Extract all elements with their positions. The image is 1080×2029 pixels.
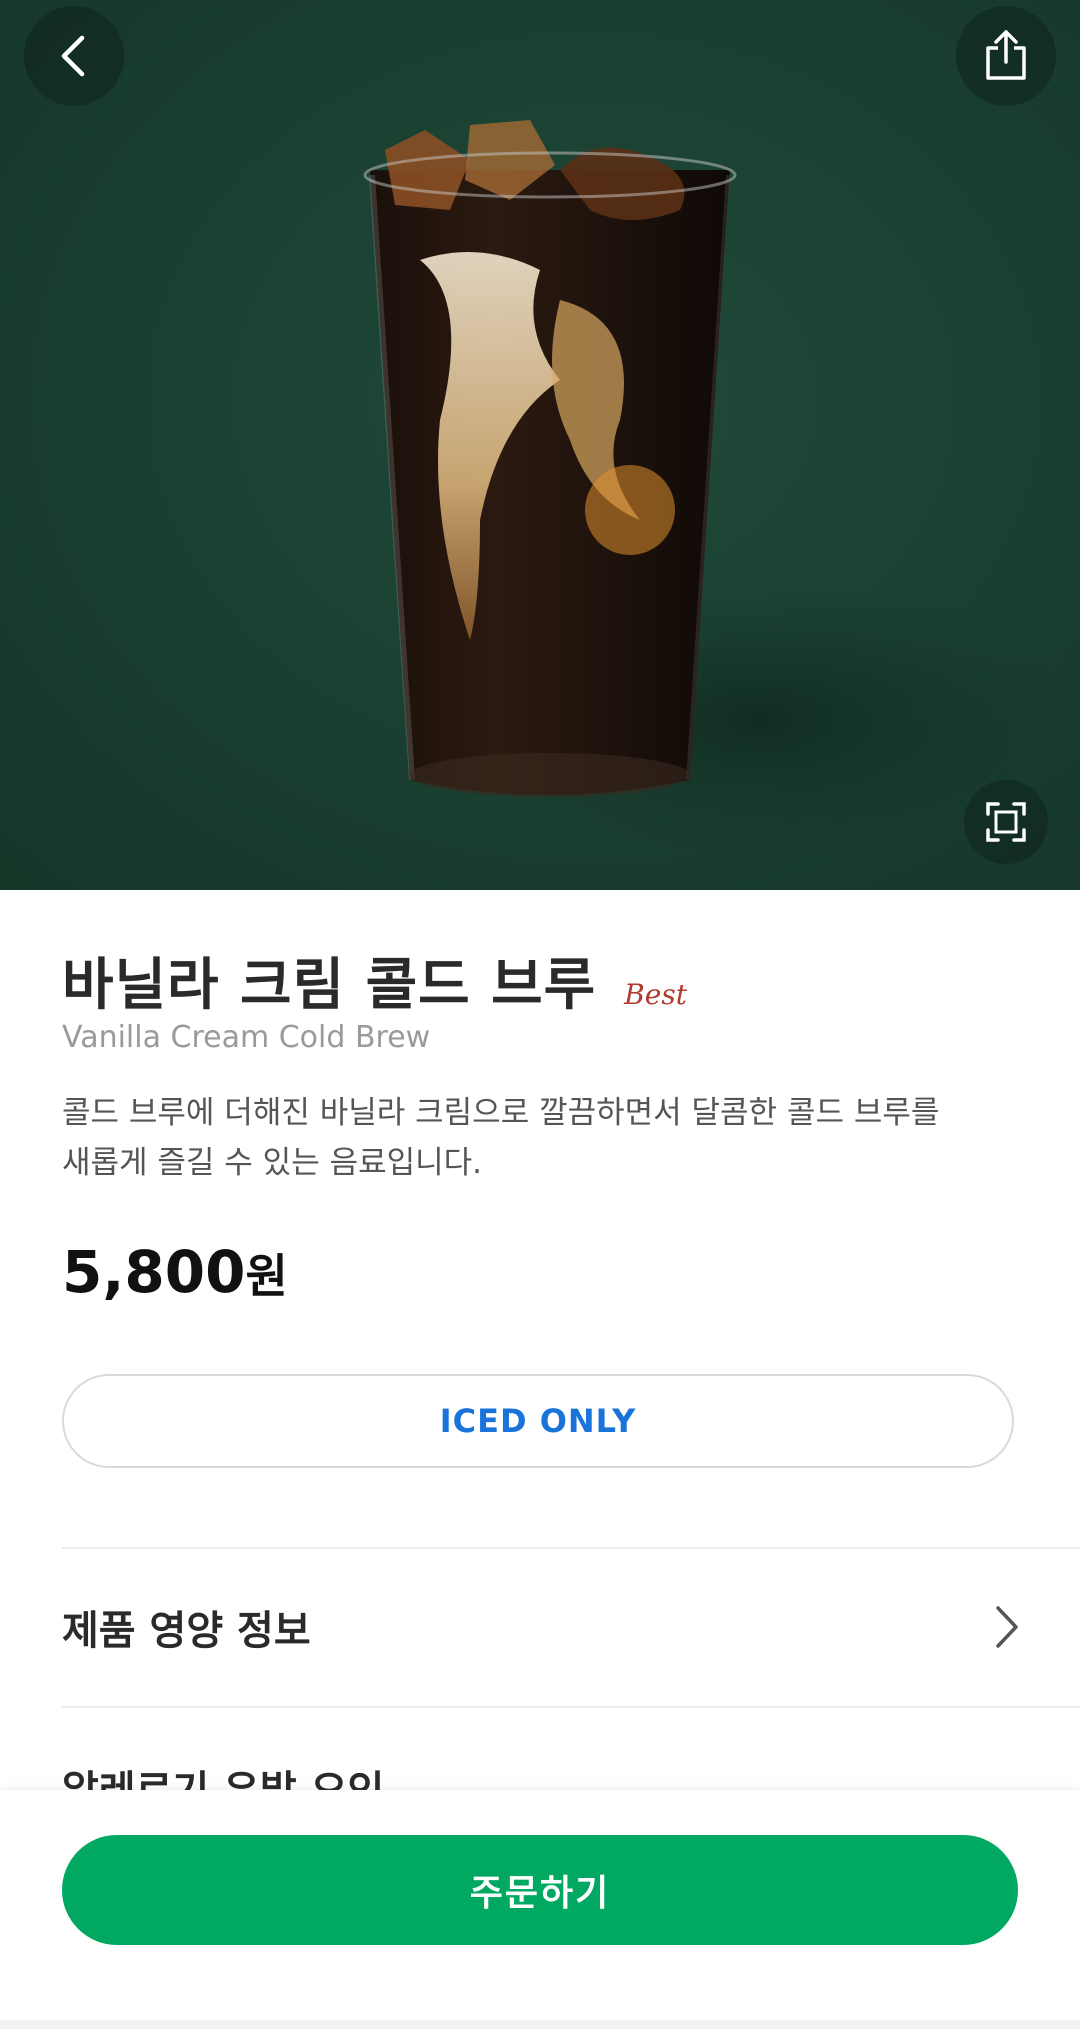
fullscreen-button[interactable] xyxy=(964,780,1048,864)
nutrition-info-label: 제품 영양 정보 xyxy=(62,1608,311,1654)
temperature-option: ICED ONLY xyxy=(62,1374,1014,1468)
description-line: 콜드 브루에 더해진 바닐라 크림으로 깔끔하면서 달콤한 콜드 브루를 xyxy=(62,1095,940,1131)
cold-brew-illustration xyxy=(363,120,1080,860)
price-amount: 5,800 xyxy=(62,1238,246,1306)
best-badge: Best xyxy=(624,978,687,1011)
description-line: 새롭게 즐길 수 있는 음료입니다. xyxy=(62,1145,483,1181)
back-button[interactable] xyxy=(24,6,124,106)
chevron-right-icon xyxy=(996,1606,1018,1648)
product-english-name: Vanilla Cream Cold Brew xyxy=(62,1020,431,1055)
order-button[interactable]: 주문하기 xyxy=(62,1835,1018,1945)
product-title-row: 바닐라 크림 콜드 브루 Best xyxy=(62,940,687,1021)
divider xyxy=(62,1706,1080,1708)
fullscreen-icon xyxy=(986,802,1026,842)
bottom-action-bar: 주문하기 xyxy=(0,1790,1080,2020)
chevron-left-icon xyxy=(61,35,85,77)
share-icon xyxy=(986,30,1026,80)
product-name: 바닐라 크림 콜드 브루 xyxy=(62,953,597,1018)
nutrition-info-row[interactable]: 제품 영양 정보 xyxy=(62,1594,1022,1660)
product-image xyxy=(0,0,1080,890)
divider xyxy=(62,1547,1080,1549)
price-unit: 원 xyxy=(245,1249,288,1303)
product-description: 콜드 브루에 더해진 바닐라 크림으로 깔끔하면서 달콤한 콜드 브루를 새롭게… xyxy=(62,1088,1022,1188)
share-button[interactable] xyxy=(956,6,1056,106)
home-indicator-bar xyxy=(0,2020,1080,2029)
product-price: 5,800원 xyxy=(62,1238,288,1306)
